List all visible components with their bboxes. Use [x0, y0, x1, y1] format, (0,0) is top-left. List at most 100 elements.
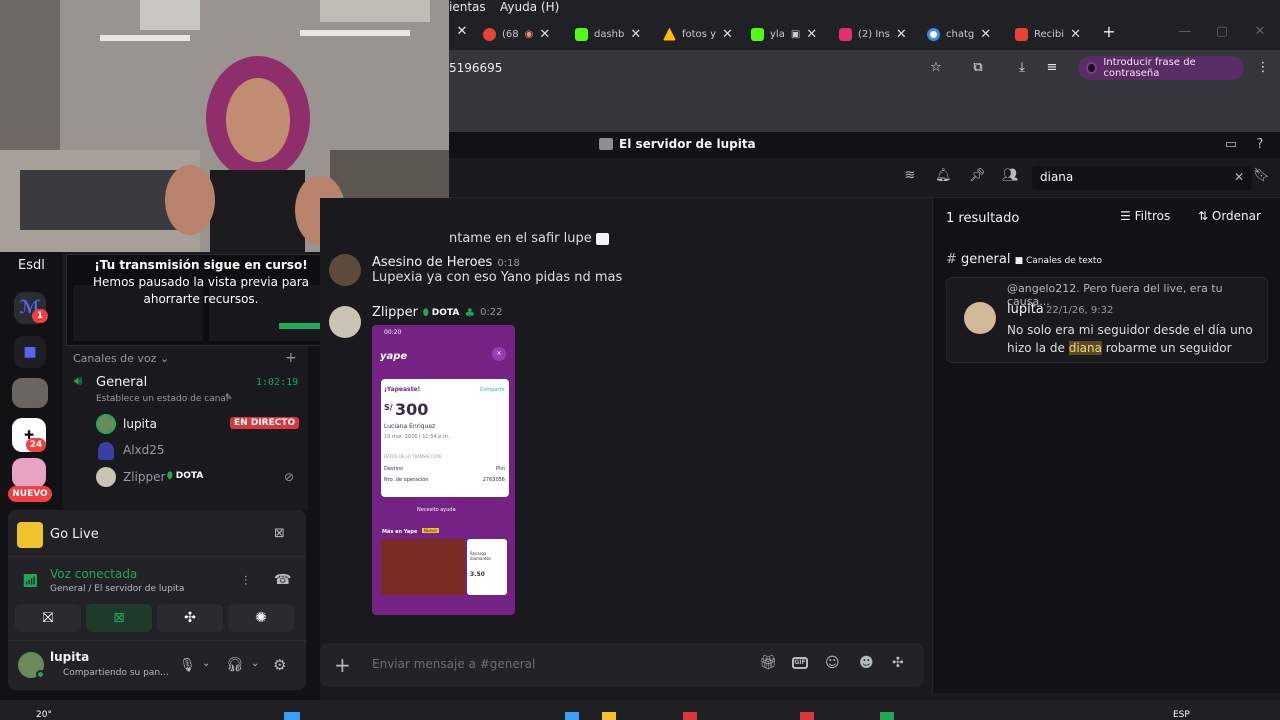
tab-7[interactable]: Recibi ✕: [1015, 20, 1081, 48]
close-tab-icon[interactable]: ✕: [980, 27, 991, 42]
taskbar-app-icon[interactable]: [683, 712, 697, 720]
clear-search-icon[interactable]: ✕: [1234, 170, 1244, 184]
language-indicator[interactable]: ESP: [1173, 710, 1190, 720]
phone-time: 00:20: [384, 329, 402, 336]
close-tab-icon[interactable]: ✕: [896, 27, 907, 42]
close-tab-icon[interactable]: ✕: [722, 27, 733, 42]
add-channel-icon[interactable]: +: [285, 350, 297, 366]
message-author[interactable]: Asesino de Heroes: [372, 255, 492, 270]
headphones-icon[interactable]: 🎧︎: [226, 657, 244, 673]
sticker-icon[interactable]: ☺: [825, 655, 840, 671]
apps-icon[interactable]: ✣: [892, 655, 904, 671]
screen-share-button[interactable]: ⊠: [86, 604, 152, 632]
voice-waveform-icon[interactable]: ⫶: [244, 574, 247, 589]
result-channel[interactable]: # general ■ Canales de texto: [946, 252, 1102, 267]
result-author[interactable]: lupita: [1007, 302, 1044, 317]
nuevo-badge: NUEVO: [8, 486, 52, 502]
message-author[interactable]: Zlipper: [372, 305, 418, 320]
gif-icon[interactable]: GIF: [792, 657, 808, 669]
user-name[interactable]: lupita: [50, 650, 89, 664]
activity-label: DOTA: [175, 471, 204, 481]
members-icon[interactable]: 👥︎: [1002, 168, 1019, 184]
notification-bell-icon[interactable]: 🔔︎: [935, 168, 952, 184]
bookmark-icon[interactable]: 🔖︎: [1253, 168, 1270, 184]
voice-category[interactable]: Canales de voz ⌄: [73, 352, 169, 365]
taskbar-app-icon[interactable]: [602, 712, 616, 720]
threads-icon[interactable]: ≋: [902, 168, 918, 184]
tab-3[interactable]: fotos y ✕: [663, 20, 733, 48]
camera-off-button[interactable]: ⛝: [15, 604, 81, 632]
hash-icon: #: [946, 252, 962, 267]
close-tab-icon[interactable]: ✕: [454, 24, 470, 40]
stream-preview[interactable]: ¡Tu transmisión sigue en curso! Hemos pa…: [66, 254, 334, 346]
message-text: Lupexia ya con eso Yano pidas nd mas: [372, 270, 623, 285]
guild-icon-2[interactable]: [12, 378, 48, 408]
help-icon[interactable]: ?: [1252, 137, 1268, 153]
filter-icon: ☰: [1120, 209, 1135, 223]
yape-destino-label: Destino: [384, 466, 404, 472]
spotify-icon[interactable]: [880, 712, 894, 720]
tab-2[interactable]: dashb ✕: [575, 20, 641, 48]
avatar[interactable]: [329, 306, 361, 338]
sort-button[interactable]: ⇅ Ordenar: [1198, 209, 1261, 223]
search-result-card[interactable]: @angelo212. Pero fuera del live, era tu …: [946, 277, 1268, 363]
add-attachment-icon[interactable]: +: [334, 653, 351, 677]
gift-icon[interactable]: 🎁︎: [759, 655, 777, 671]
close-window-icon[interactable]: ✕: [1252, 24, 1268, 40]
stop-stream-icon[interactable]: ⊠: [274, 526, 285, 541]
soundboard-button[interactable]: ✺: [228, 604, 294, 632]
guild-icon-4[interactable]: [12, 458, 46, 488]
close-tab-icon[interactable]: ✕: [1070, 27, 1081, 42]
chevron-down-icon[interactable]: ⌄: [251, 658, 259, 669]
media-control-icon[interactable]: ≡: [1044, 60, 1060, 76]
search-input[interactable]: diana ✕: [1032, 166, 1252, 190]
download-icon[interactable]: ⤓: [1014, 60, 1030, 76]
filters-button[interactable]: ☰ Filtros: [1120, 209, 1170, 223]
bookmark-star-icon[interactable]: ☆: [928, 60, 944, 76]
close-tab-icon[interactable]: ✕: [806, 27, 817, 42]
menu-item-tools[interactable]: ientas: [449, 0, 486, 14]
weather-temp[interactable]: 20°: [36, 710, 52, 720]
extensions-icon[interactable]: ⧉: [970, 60, 986, 76]
voice-path[interactable]: General / El servidor de lupita: [50, 584, 184, 594]
new-tab-icon[interactable]: +: [1101, 24, 1117, 40]
message-input[interactable]: Enviar mensaje a #general: [372, 657, 535, 671]
inbox-icon[interactable]: ▭: [1223, 137, 1239, 153]
tab-1[interactable]: (68 ◉ ✕: [483, 20, 550, 48]
close-tab-icon[interactable]: ✕: [539, 27, 550, 42]
go-live-label[interactable]: Go Live: [50, 527, 99, 542]
close-tab-icon[interactable]: ✕: [630, 27, 641, 42]
menu-item-help[interactable]: Ayuda (H): [500, 0, 559, 14]
voice-user-name[interactable]: Alxd25: [123, 443, 165, 457]
pin-icon[interactable]: 📌︎: [969, 168, 986, 184]
avatar: [96, 467, 116, 487]
message-composer[interactable]: + Enviar mensaje a #general 🎁︎ GIF ☺ ☻ ✣: [320, 643, 924, 687]
maximize-icon[interactable]: ▢: [1214, 24, 1230, 40]
emoji-icon[interactable]: ☻: [859, 655, 874, 671]
settings-gear-icon[interactable]: ⚙: [273, 656, 286, 674]
chevron-down-icon[interactable]: ⌄: [202, 658, 210, 669]
disconnect-icon[interactable]: ☎: [274, 572, 291, 588]
channel-status[interactable]: Establece un estado de canal: [96, 394, 228, 404]
message-fragment: ntame en el safir lupe: [449, 231, 609, 246]
chrome-menu-icon[interactable]: ⋮: [1255, 60, 1271, 76]
minimize-icon[interactable]: —: [1177, 24, 1193, 40]
avatar[interactable]: [964, 302, 996, 334]
url-text[interactable]: 5196695: [449, 61, 502, 75]
folder-icon[interactable]: ■: [14, 336, 46, 368]
tab-5[interactable]: (2) Ins ✕: [839, 20, 907, 48]
microphone-icon[interactable]: 🎙︎: [179, 658, 196, 673]
activities-button[interactable]: ✣: [157, 604, 223, 632]
yape-promo-price: 3.50: [470, 571, 485, 578]
taskbar-app-icon[interactable]: [800, 712, 814, 720]
start-icon[interactable]: [284, 712, 300, 720]
avatar[interactable]: [329, 254, 361, 286]
voice-user-name[interactable]: Zlipper: [123, 470, 165, 484]
tab-6[interactable]: chatg ✕: [927, 20, 991, 48]
passphrase-chip[interactable]: Introducir frase de contraseña: [1078, 56, 1244, 80]
voice-channel-name[interactable]: General: [96, 375, 147, 390]
yape-screenshot[interactable]: 00:20 yape ✕ ¡Yapeaste! Compartir S/ 300…: [372, 325, 515, 615]
voice-user-name[interactable]: lupita: [123, 417, 157, 431]
tab-4[interactable]: yla ▣ ✕: [751, 20, 817, 48]
taskbar-app-icon[interactable]: [565, 712, 579, 720]
